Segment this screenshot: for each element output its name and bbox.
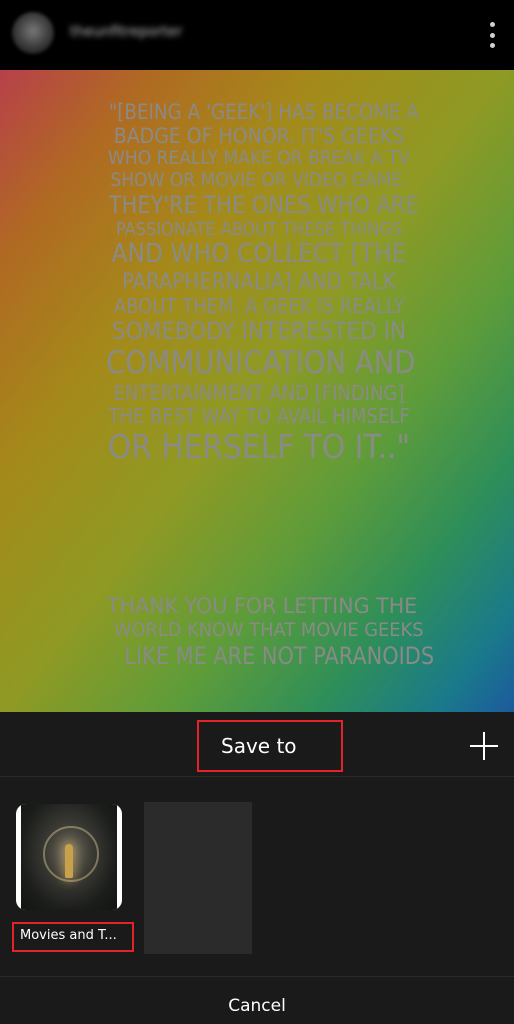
quote-line: who really make or break a TV xyxy=(108,147,410,170)
quote-line: or herself to it.." xyxy=(107,426,411,466)
quote-line: the best way to avail himself xyxy=(108,403,410,428)
top-bar: theunfitreporter xyxy=(0,0,514,70)
quote-line: and who collect [the xyxy=(111,239,407,270)
quote-line: communication and xyxy=(105,345,416,382)
thanks-text: Thank you for letting the world know tha… xyxy=(104,594,435,671)
username[interactable]: theunfitreporter xyxy=(70,24,210,42)
quote-line: passionate about these things xyxy=(115,218,403,240)
collection-label[interactable]: Movies and T... xyxy=(12,922,134,952)
quote-line: They're the ones who are xyxy=(108,190,419,219)
quote-text: "[Being a 'geek'] has become a badge of … xyxy=(104,100,419,466)
quote-line: badge of honor. It's geeks xyxy=(113,124,405,149)
quote-line: entertainment and [finding] xyxy=(113,380,405,405)
cover-figure xyxy=(65,844,73,878)
story-content: "[Being a 'geek'] has become a badge of … xyxy=(0,70,514,712)
avatar[interactable] xyxy=(12,12,54,54)
dot xyxy=(489,22,495,27)
dot xyxy=(489,32,495,38)
plus-icon[interactable] xyxy=(470,732,498,760)
quote-line: somebody interested in xyxy=(111,317,407,346)
more-vertical-icon[interactable] xyxy=(488,22,496,48)
save-to-sheet: Save to Movies and T... Cancel xyxy=(0,712,514,1024)
divider xyxy=(0,976,514,977)
quote-line: "[Being a 'geek'] has become a xyxy=(108,100,419,124)
thanks-line: like me are not paranoids xyxy=(124,641,435,670)
cancel-button[interactable]: Cancel xyxy=(0,996,514,1016)
thanks-line: world know that movie geeks xyxy=(113,619,424,642)
quote-line: paraphernalia] and talk xyxy=(121,270,397,296)
dot xyxy=(489,43,495,48)
quote-line: about them. A geek is really xyxy=(113,294,405,319)
collection-thumbnail[interactable] xyxy=(16,804,122,910)
quote-line: show or movie or video game. xyxy=(110,169,408,192)
sheet-header: Save to xyxy=(0,712,514,777)
sheet-title: Save to xyxy=(197,720,343,772)
collection-cover-image xyxy=(21,804,117,910)
empty-collection-slot xyxy=(144,802,252,954)
thanks-line: Thank you for letting the xyxy=(106,594,418,618)
